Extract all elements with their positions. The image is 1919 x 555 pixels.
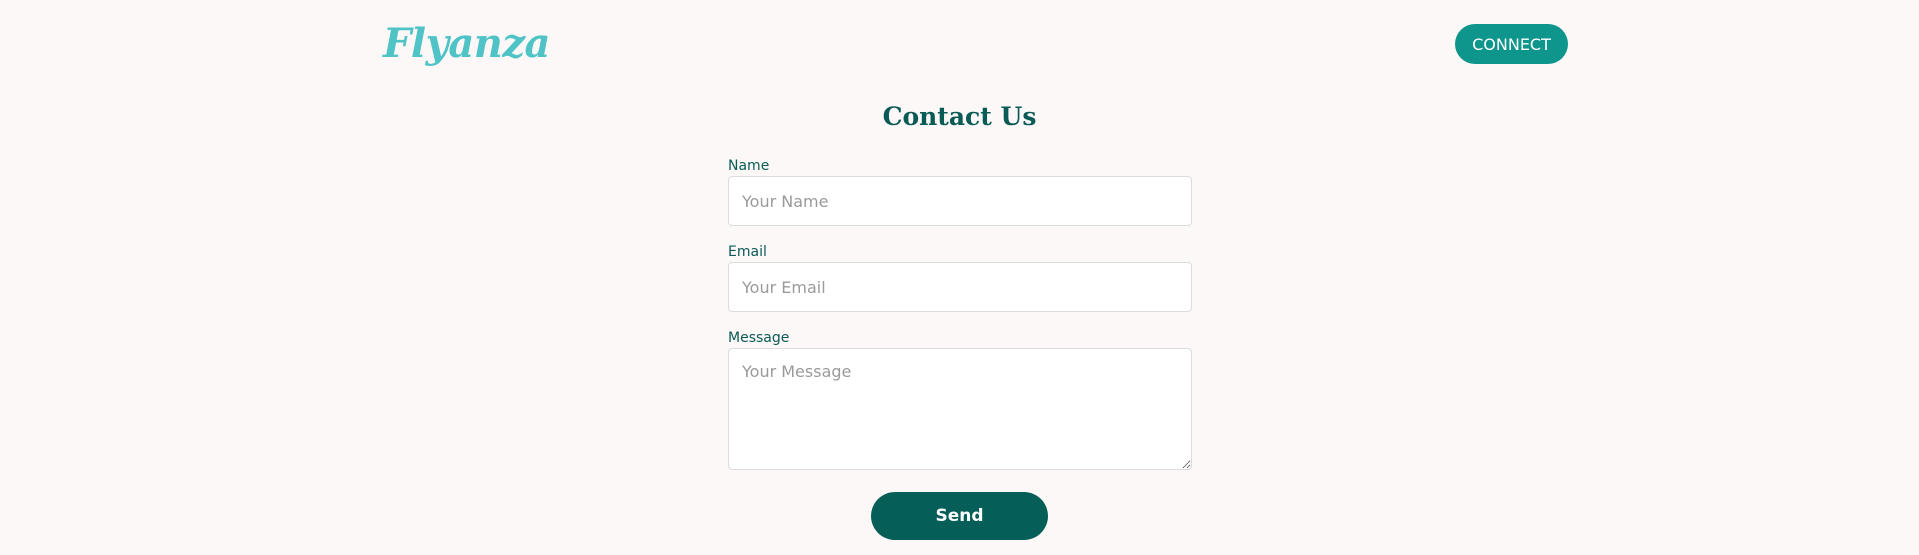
name-label: Name — [728, 158, 770, 174]
email-label: Email — [728, 244, 767, 260]
email-input[interactable] — [728, 262, 1192, 312]
message-textarea[interactable] — [728, 348, 1192, 470]
message-label: Message — [728, 330, 790, 346]
contact-form: Name Email Message Send — [728, 0, 1192, 555]
connect-button[interactable]: CONNECT — [1455, 24, 1568, 64]
brand-logo[interactable]: Flyanza — [383, 14, 550, 74]
send-button[interactable]: Send — [871, 492, 1048, 540]
name-input[interactable] — [728, 176, 1192, 226]
